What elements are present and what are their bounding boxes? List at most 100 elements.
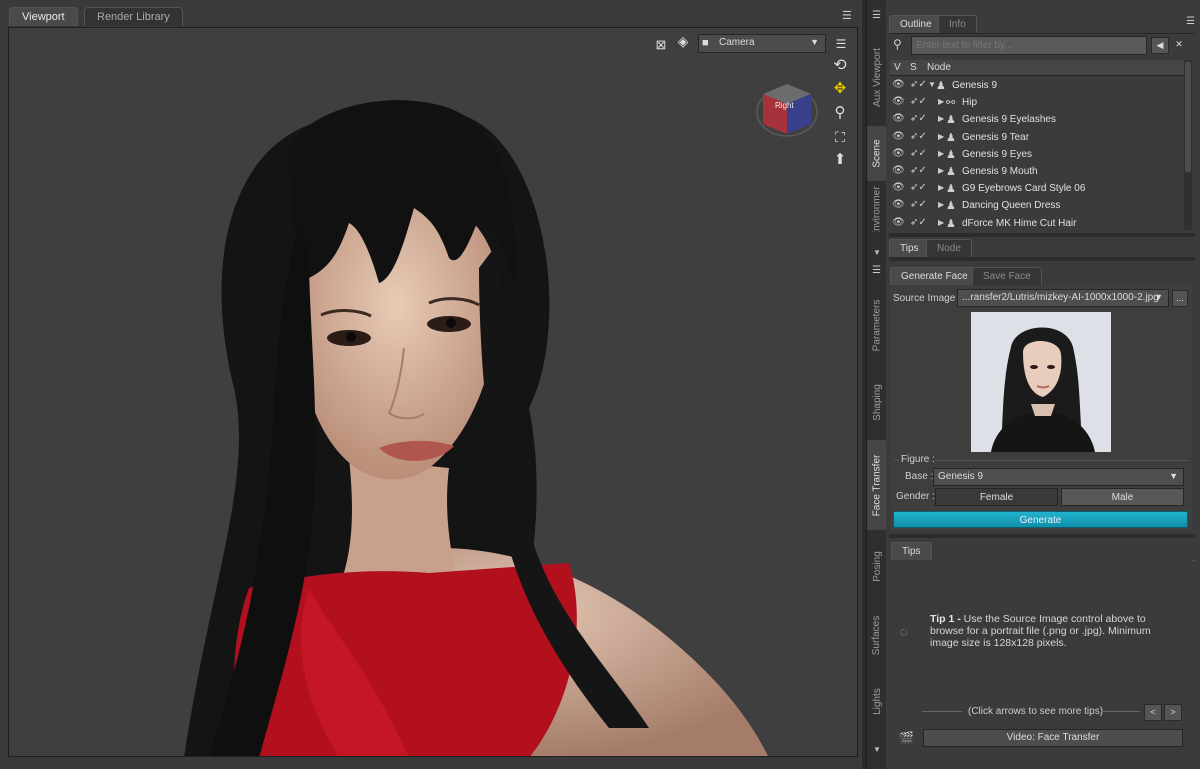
tab-lights[interactable]: Lights — [867, 676, 887, 726]
strip-menu-icon[interactable]: ☰ — [872, 10, 881, 21]
expand-triangle-icon[interactable]: ▶ — [938, 166, 944, 175]
selectable-arrow-icon[interactable]: ➶✓ — [910, 148, 927, 159]
figure-icon: ♟ — [946, 217, 956, 230]
scene-node-row[interactable]: 👁 ➶✓ ▶ ♟ Genesis 9 Tear — [890, 130, 1184, 147]
expand-triangle-icon[interactable]: ▶ — [938, 183, 944, 192]
zoom-icon[interactable]: ⚲ — [831, 104, 849, 122]
selectable-arrow-icon[interactable]: ➶✓ — [910, 165, 927, 176]
column-node[interactable]: Node — [927, 62, 951, 73]
filter-clear-button[interactable]: ✕ — [1170, 37, 1188, 54]
gender-female-button[interactable]: Female — [935, 488, 1058, 506]
scene-node-label: Genesis 9 Eyes — [962, 148, 1033, 160]
column-s[interactable]: S — [910, 62, 917, 73]
3d-viewport[interactable]: Right — [8, 27, 858, 757]
tab-shaping[interactable]: Shaping — [867, 370, 887, 434]
expand-triangle-icon[interactable]: ▶ — [938, 97, 944, 106]
visibility-eye-icon[interactable]: 👁 — [892, 199, 905, 210]
tab-aux-viewport[interactable]: Aux Viewport — [867, 32, 887, 122]
source-image-select[interactable]: ...ransfer2/Lutris/mizkey-AI-1000x1000-2… — [957, 289, 1169, 307]
expand-triangle-icon[interactable]: ▶ — [938, 149, 944, 158]
browse-source-button[interactable]: ... — [1172, 290, 1188, 307]
selectable-arrow-icon[interactable]: ➶✓ — [910, 217, 927, 228]
expand-triangle-icon[interactable]: ▶ — [938, 200, 944, 209]
viewport-menu-icon[interactable]: ☰ — [832, 35, 850, 53]
draw-style-icon[interactable]: ◈ — [674, 32, 692, 50]
tab-tips-mid[interactable]: Tips — [889, 239, 930, 257]
scene-node-label: Genesis 9 Tear — [962, 131, 1030, 143]
strip-scroll-down-icon[interactable]: ▼ — [873, 248, 881, 257]
orbit-icon[interactable]: ⟲ — [831, 57, 849, 75]
figure-icon: ♟ — [946, 148, 956, 161]
visibility-eye-icon[interactable]: 👁 — [892, 182, 905, 193]
tab-posing[interactable]: Posing — [867, 538, 887, 594]
scene-node-label: G9 Eyebrows Card Style 06 — [962, 183, 1086, 195]
tab-environment[interactable]: Environment — [867, 186, 887, 232]
expand-triangle-icon[interactable]: ▶ — [938, 218, 944, 227]
filter-prev-button[interactable]: ◀ — [1151, 37, 1169, 54]
selectable-arrow-icon[interactable]: ➶✓ — [910, 113, 927, 124]
pan-icon[interactable]: ✥ — [831, 80, 849, 98]
tab-scene[interactable]: Scene — [867, 126, 887, 181]
source-portrait-preview — [971, 312, 1111, 452]
visibility-eye-icon[interactable]: 👁 — [892, 165, 905, 176]
scene-filter-input[interactable] — [911, 36, 1147, 55]
tips-nav-hint: (Click arrows to see more tips) — [968, 706, 1104, 717]
pane-menu-icon[interactable]: ☰ — [842, 9, 852, 22]
column-v[interactable]: V — [894, 62, 901, 73]
selectable-arrow-icon[interactable]: ➶✓ — [910, 182, 927, 193]
reset-view-icon[interactable]: ⬆ — [831, 151, 849, 169]
expand-triangle-icon[interactable]: ▶ — [938, 132, 944, 141]
scene-node-row[interactable]: 👁 ➶✓ ▼ ♟ Genesis 9 — [890, 78, 1184, 95]
strip-scroll-down-icon-2[interactable]: ▼ — [873, 745, 881, 754]
visibility-eye-icon[interactable]: 👁 — [892, 79, 905, 90]
tab-face-transfer[interactable]: Face Transfer — [867, 440, 887, 530]
scene-scrollbar[interactable] — [1184, 60, 1192, 230]
scene-node-row[interactable]: 👁 ➶✓ ▶ ♟ Dancing Queen Dress — [890, 198, 1184, 215]
scene-node-row[interactable]: 👁 ➶✓ ▶ ♟ dForce MK Hime Cut Hair — [890, 216, 1184, 233]
camera-select[interactable]: ■ Camera ▼ — [698, 34, 826, 53]
scene-node-row[interactable]: 👁 ➶✓ ▶ ♟ Genesis 9 Mouth — [890, 164, 1184, 181]
visibility-eye-icon[interactable]: 👁 — [892, 217, 905, 228]
selectable-arrow-icon[interactable]: ➶✓ — [910, 199, 927, 210]
scene-node-row[interactable]: 👁 ➶✓ ▶ ♟ Genesis 9 Eyelashes — [890, 112, 1184, 129]
visibility-eye-icon[interactable]: 👁 — [892, 131, 905, 142]
tab-parameters[interactable]: Parameters — [867, 285, 887, 365]
tab-tips[interactable]: Tips — [891, 542, 932, 560]
tab-save-face[interactable]: Save Face — [972, 267, 1042, 285]
video-face-transfer-button[interactable]: Video: Face Transfer — [923, 729, 1183, 747]
figure-icon: ♟ — [946, 183, 956, 196]
figure-icon: ♟ — [946, 200, 956, 213]
base-figure-select[interactable]: Genesis 9 ▼ — [933, 468, 1184, 486]
generate-button[interactable]: Generate — [893, 511, 1188, 528]
tip-next-button[interactable]: > — [1164, 704, 1182, 721]
scene-node-row[interactable]: 👁 ➶✓ ▶ ♟ Genesis 9 Eyes — [890, 147, 1184, 164]
figure-icon: ♟ — [946, 166, 956, 178]
tab-viewport[interactable]: Viewport — [9, 7, 78, 26]
tab-info[interactable]: Info — [938, 15, 977, 33]
tab-generate-face[interactable]: Generate Face — [890, 267, 979, 285]
tip-body: Use the Source Image control above to br… — [930, 613, 1151, 649]
visibility-eye-icon[interactable]: 👁 — [892, 96, 905, 107]
visibility-eye-icon[interactable]: 👁 — [892, 113, 905, 124]
scene-menu-icon[interactable]: ☰ — [1186, 16, 1195, 27]
selectable-arrow-icon[interactable]: ➶✓ — [910, 96, 927, 107]
expand-triangle-icon[interactable]: ▶ — [938, 114, 944, 123]
tab-render-library[interactable]: Render Library — [84, 7, 183, 26]
tab-outline[interactable]: Outline — [889, 15, 943, 33]
selectable-arrow-icon[interactable]: ➶✓ — [910, 79, 927, 90]
camera-icon: ■ — [702, 37, 709, 49]
frame-icon[interactable]: ⛶ — [831, 128, 849, 146]
visibility-eye-icon[interactable]: 👁 — [892, 148, 905, 159]
selectable-arrow-icon[interactable]: ➶✓ — [910, 131, 927, 142]
tab-node-mid[interactable]: Node — [926, 239, 972, 257]
render-mode-icon[interactable]: ⊠ — [652, 36, 670, 54]
scene-node-row[interactable]: 👁 ➶✓ ▶ ⚯ Hip — [890, 95, 1184, 112]
gender-male-button[interactable]: Male — [1061, 488, 1184, 506]
expand-triangle-icon[interactable]: ▼ — [928, 80, 936, 89]
scene-node-row[interactable]: 👁 ➶✓ ▶ ♟ G9 Eyebrows Card Style 06 — [890, 181, 1184, 198]
view-cube[interactable]: Right — [755, 76, 819, 140]
strip-menu-icon-2[interactable]: ☰ — [872, 265, 881, 276]
tip-prev-button[interactable]: < — [1144, 704, 1162, 721]
tab-surfaces[interactable]: Surfaces — [867, 600, 887, 670]
base-label: Base : — [905, 471, 934, 482]
